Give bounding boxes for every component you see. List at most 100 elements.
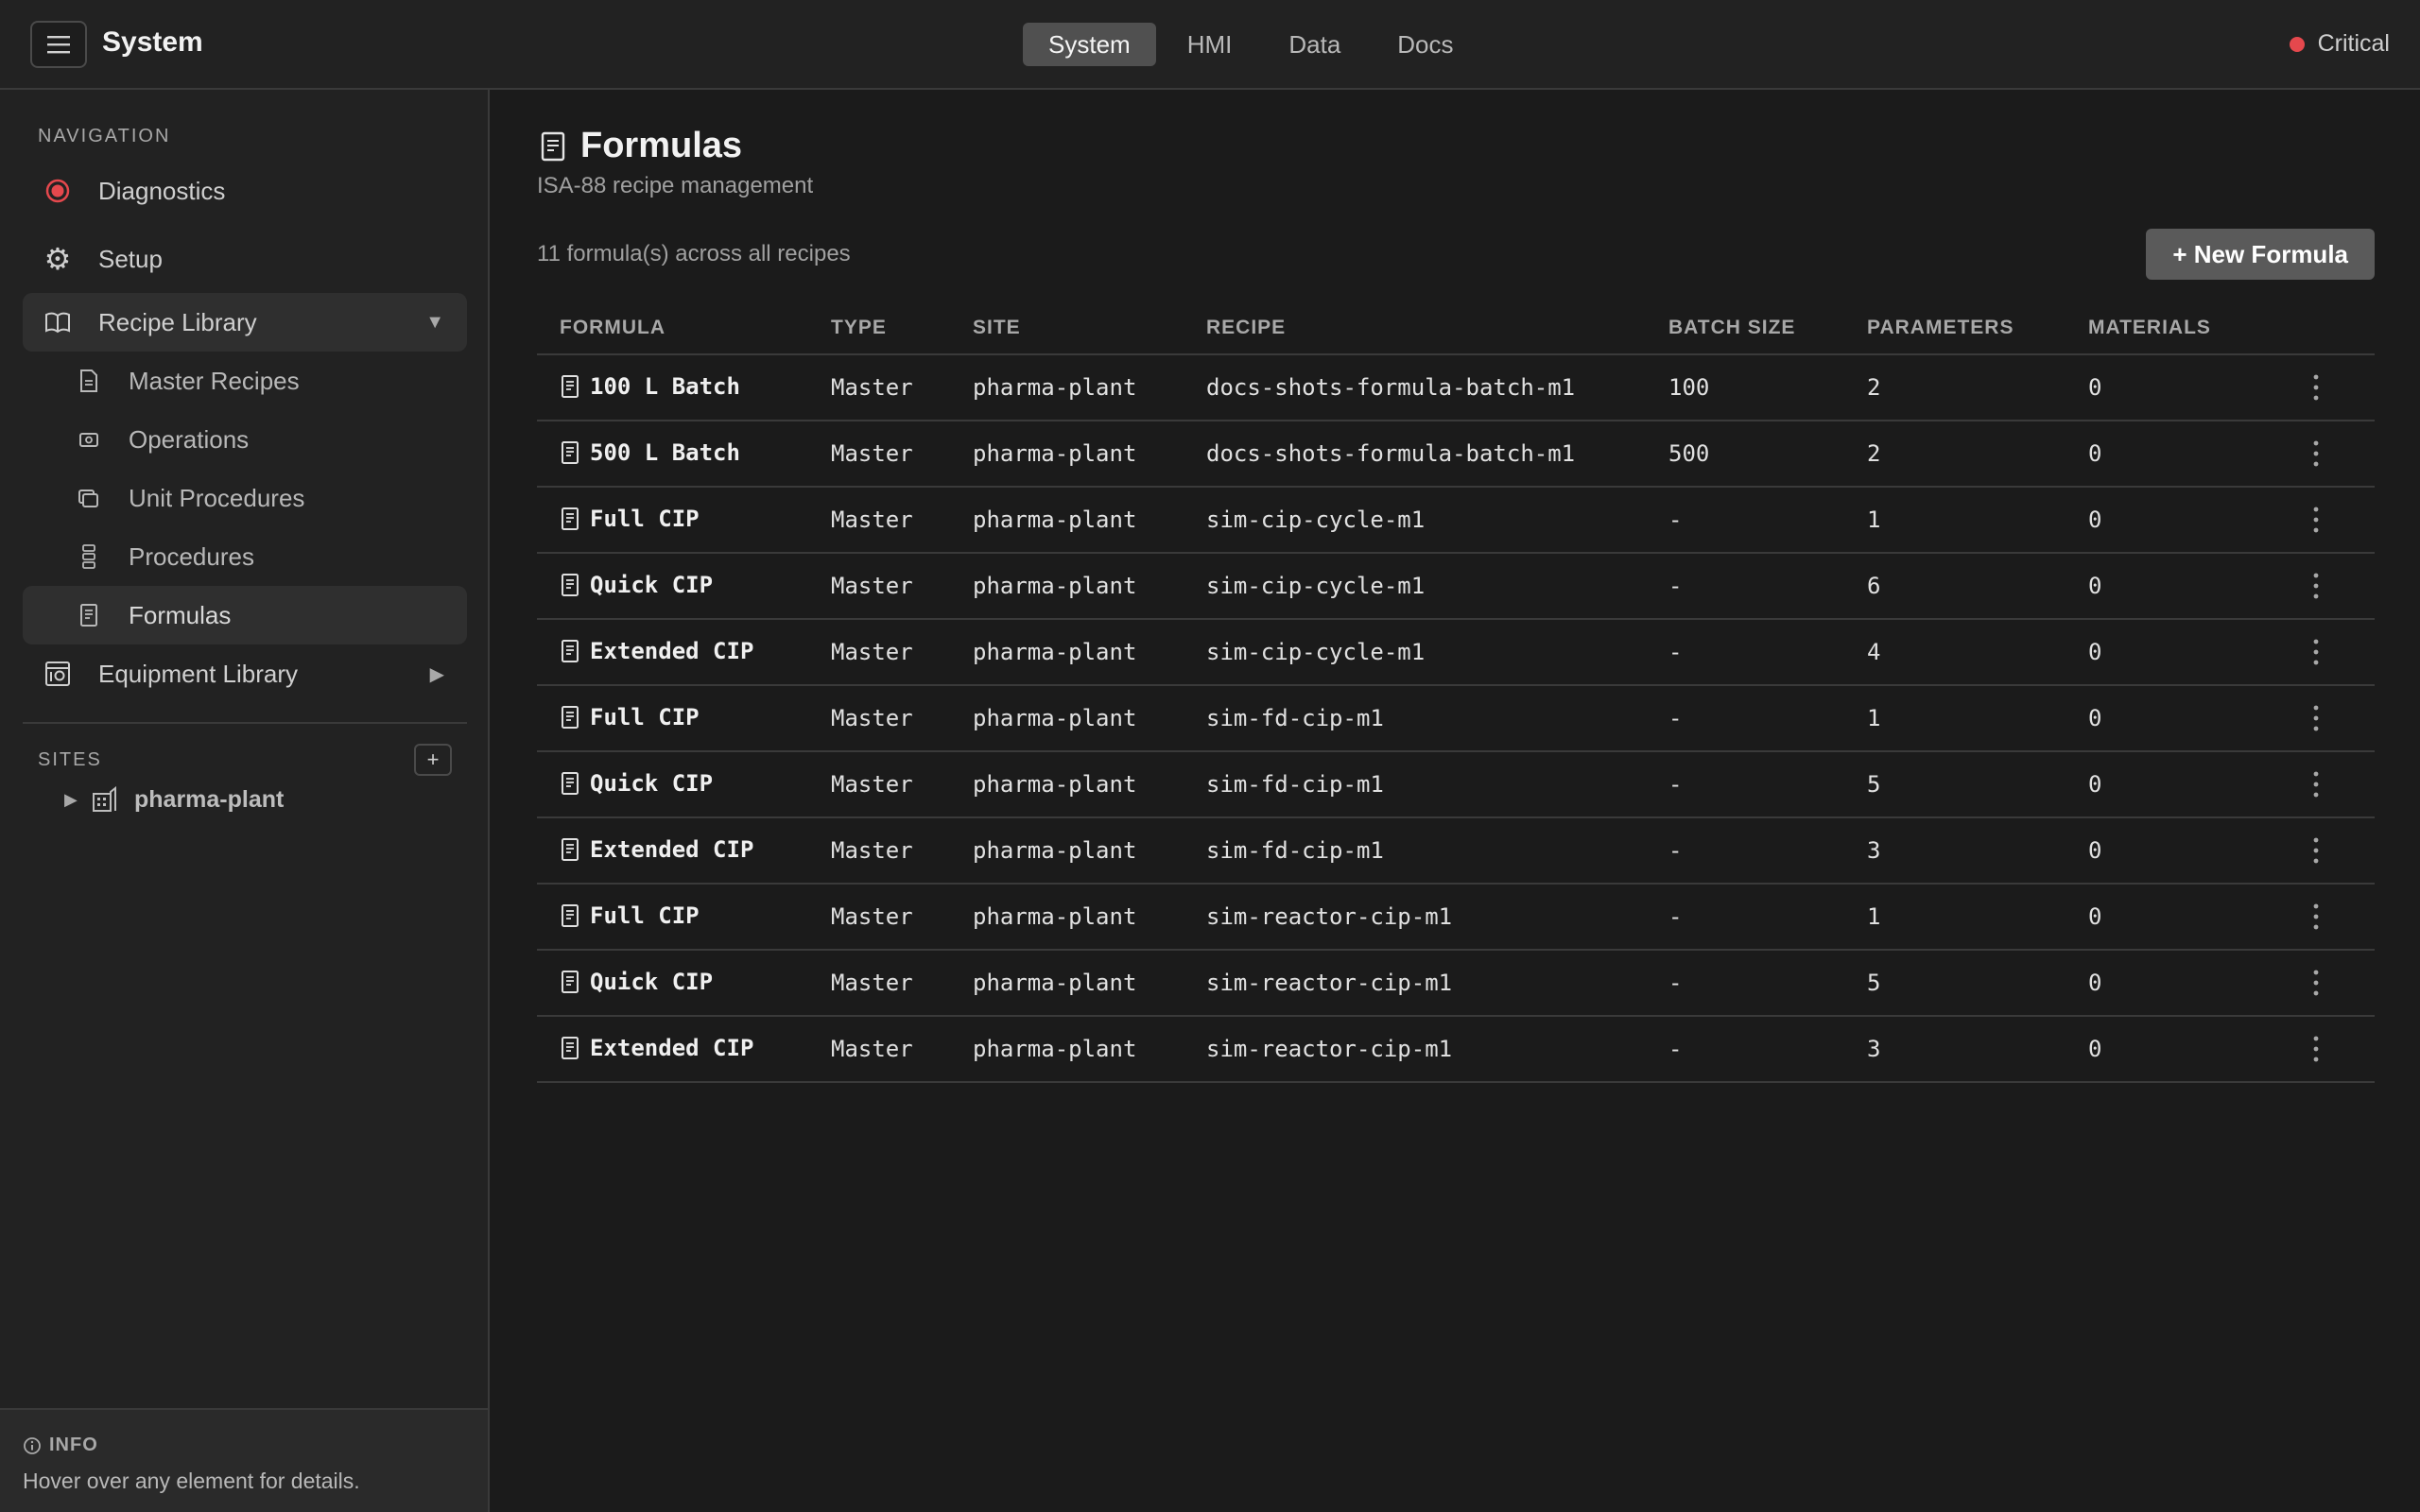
layers-icon — [76, 485, 102, 511]
type-cell: Master — [831, 374, 913, 401]
sidebar-item-label: Recipe Library — [98, 307, 257, 336]
tab-system[interactable]: System — [1023, 23, 1156, 66]
recipe-cell: sim-fd-cip-m1 — [1206, 771, 1384, 798]
more-actions-icon[interactable] — [2305, 1030, 2327, 1068]
site-cell: pharma-plant — [973, 639, 1137, 665]
more-actions-icon[interactable] — [2305, 567, 2327, 605]
table-row[interactable]: Extended CIP Master pharma-plant sim-rea… — [537, 1017, 2375, 1083]
more-actions-icon[interactable] — [2305, 633, 2327, 671]
site-cell: pharma-plant — [973, 705, 1137, 731]
site-item-pharma-plant[interactable]: ▶ pharma-plant — [64, 781, 284, 818]
table-row[interactable]: Quick CIP Master pharma-plant sim-reacto… — [537, 951, 2375, 1017]
table-row[interactable]: Full CIP Master pharma-plant sim-cip-cyc… — [537, 488, 2375, 554]
formula-icon — [560, 1035, 582, 1061]
table-row[interactable]: 100 L Batch Master pharma-plant docs-sho… — [537, 355, 2375, 421]
formula-cell: Full CIP — [560, 704, 700, 730]
formula-icon — [560, 572, 582, 598]
tab-data[interactable]: Data — [1263, 23, 1366, 66]
table-row[interactable]: Full CIP Master pharma-plant sim-fd-cip-… — [537, 686, 2375, 752]
sidebar-item-label: Equipment Library — [98, 659, 298, 688]
recipe-cell: sim-reactor-cip-m1 — [1206, 970, 1453, 996]
status-indicator[interactable]: Critical — [2289, 30, 2390, 58]
sidebar-item-operations[interactable]: Operations — [23, 410, 467, 469]
column-header-recipe[interactable]: RECIPE — [1206, 317, 1286, 339]
chevron-right-icon[interactable]: ▶ — [64, 790, 87, 810]
type-cell: Master — [831, 771, 913, 798]
type-cell: Master — [831, 705, 913, 731]
site-name: pharma-plant — [134, 785, 285, 813]
formula-icon — [560, 836, 582, 863]
recipe-cell: sim-fd-cip-m1 — [1206, 837, 1384, 864]
tab-hmi[interactable]: HMI — [1162, 23, 1258, 66]
sidebar-item-label: Diagnostics — [98, 176, 226, 205]
more-actions-icon[interactable] — [2305, 501, 2327, 539]
sidebar-item-unit-procedures[interactable]: Unit Procedures — [23, 469, 467, 527]
table-row[interactable]: Quick CIP Master pharma-plant sim-fd-cip… — [537, 752, 2375, 818]
info-title: INFO — [23, 1435, 98, 1456]
new-formula-button[interactable]: + New Formula — [2146, 229, 2375, 280]
batch-size-cell: - — [1668, 970, 1683, 996]
formula-cell: Full CIP — [560, 902, 700, 929]
menu-button[interactable] — [30, 21, 87, 68]
formula-cell: 100 L Batch — [560, 373, 740, 400]
more-actions-icon[interactable] — [2305, 369, 2327, 406]
more-actions-icon[interactable] — [2305, 435, 2327, 472]
status-dot-icon — [2289, 36, 2305, 52]
column-header-materials[interactable]: MATERIALS — [2088, 317, 2211, 339]
column-header-parameters[interactable]: PARAMETERS — [1867, 317, 2014, 339]
more-actions-icon[interactable] — [2305, 765, 2327, 803]
sidebar-item-label: Formulas — [129, 600, 232, 629]
parameters-cell: 1 — [1867, 903, 1881, 930]
formula-cell: Extended CIP — [560, 1035, 753, 1061]
sidebar-item-diagnostics[interactable]: Diagnostics — [23, 162, 467, 220]
sidebar-item-label: Procedures — [129, 541, 254, 571]
sidebar-item-label: Unit Procedures — [129, 483, 305, 512]
tab-docs[interactable]: Docs — [1372, 23, 1478, 66]
recipe-cell: sim-cip-cycle-m1 — [1206, 507, 1426, 533]
sidebar-item-formulas[interactable]: Formulas — [23, 586, 467, 644]
sidebar-item-procedures[interactable]: Procedures — [23, 527, 467, 586]
sidebar-item-label: Master Recipes — [129, 366, 300, 395]
materials-cell: 0 — [2088, 440, 2102, 467]
chevron-down-icon[interactable]: ▼ — [425, 312, 444, 334]
materials-cell: 0 — [2088, 705, 2102, 731]
formula-name: Quick CIP — [590, 770, 714, 797]
column-header-formula[interactable]: FORMULA — [560, 317, 666, 339]
gear-icon: ⚙ — [43, 242, 72, 276]
type-cell: Master — [831, 639, 913, 665]
more-actions-icon[interactable] — [2305, 964, 2327, 1002]
formula-name: Extended CIP — [590, 836, 754, 863]
page-subtitle: ISA-88 recipe management — [537, 173, 814, 198]
sidebar-item-setup[interactable]: ⚙ Setup — [23, 230, 467, 288]
building-icon — [91, 784, 121, 815]
formula-cell: Quick CIP — [560, 572, 713, 598]
status-label: Critical — [2317, 30, 2390, 57]
table-row[interactable]: Quick CIP Master pharma-plant sim-cip-cy… — [537, 554, 2375, 620]
column-header-type[interactable]: TYPE — [831, 317, 887, 339]
hamburger-icon — [47, 36, 70, 54]
batch-size-cell: - — [1668, 507, 1683, 533]
table-row[interactable]: Extended CIP Master pharma-plant sim-fd-… — [537, 818, 2375, 885]
column-header-site[interactable]: SITE — [973, 317, 1021, 339]
recipe-cell: docs-shots-formula-batch-m1 — [1206, 374, 1576, 401]
materials-cell: 0 — [2088, 639, 2102, 665]
formula-name: 500 L Batch — [590, 439, 740, 466]
recipe-cell: sim-reactor-cip-m1 — [1206, 1036, 1453, 1062]
more-actions-icon[interactable] — [2305, 898, 2327, 936]
more-actions-icon[interactable] — [2305, 832, 2327, 869]
book-icon — [43, 308, 72, 336]
table-row[interactable]: 500 L Batch Master pharma-plant docs-sho… — [537, 421, 2375, 488]
sidebar-item-master-recipes[interactable]: Master Recipes — [23, 352, 467, 410]
add-site-button[interactable]: + — [414, 744, 452, 776]
chevron-right-icon[interactable]: ▶ — [430, 662, 444, 686]
sidebar-item-recipe-library[interactable]: Recipe Library ▼ — [23, 293, 467, 352]
table-row[interactable]: Extended CIP Master pharma-plant sim-cip… — [537, 620, 2375, 686]
table-row[interactable]: Full CIP Master pharma-plant sim-reactor… — [537, 885, 2375, 951]
materials-cell: 0 — [2088, 771, 2102, 798]
parameters-cell: 3 — [1867, 837, 1881, 864]
equipment-icon — [43, 660, 72, 688]
column-header-batch-size[interactable]: BATCH SIZE — [1668, 317, 1795, 339]
sidebar: NAVIGATION Diagnostics ⚙ Setup Recipe Li… — [0, 90, 490, 1512]
more-actions-icon[interactable] — [2305, 699, 2327, 737]
sidebar-item-equipment-library[interactable]: Equipment Library ▶ — [23, 644, 467, 703]
